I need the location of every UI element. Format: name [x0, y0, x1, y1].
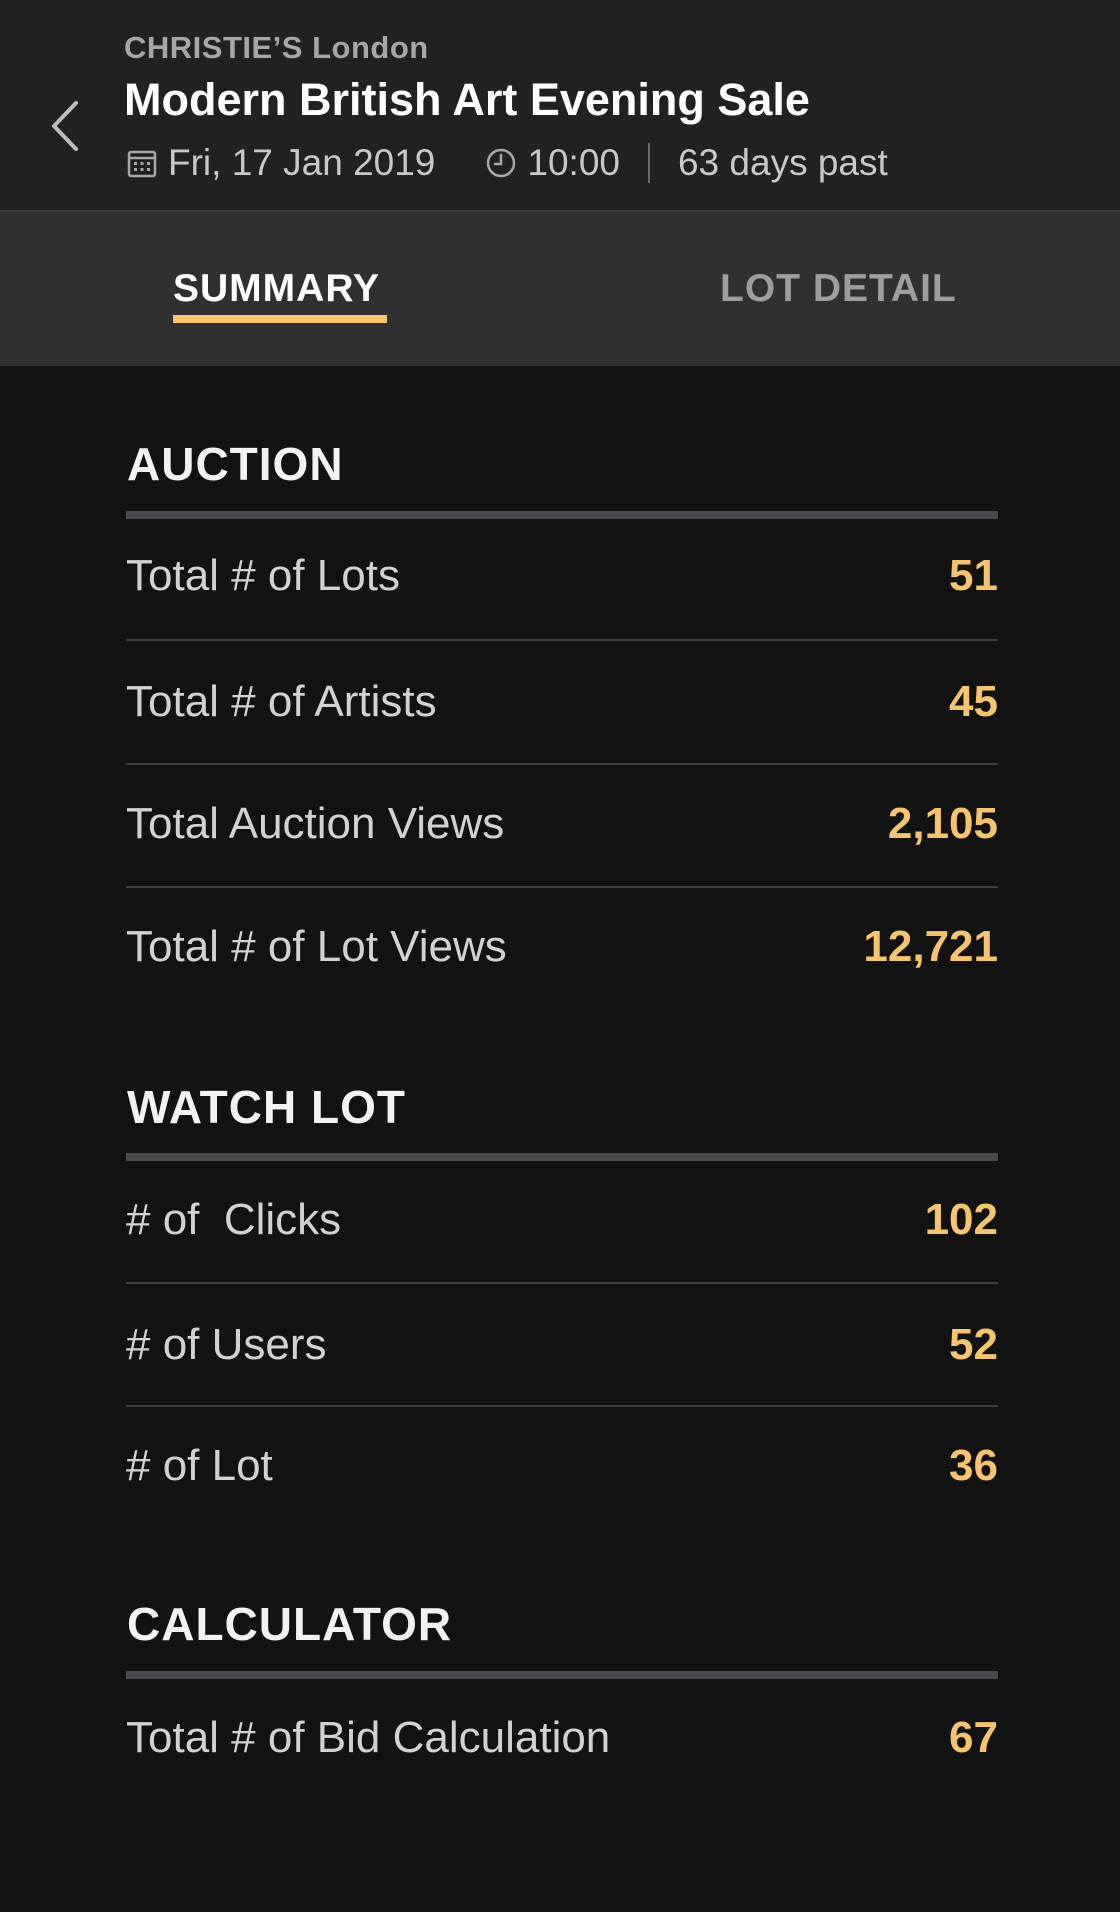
stat-value: 51: [949, 551, 998, 600]
sale-meta: Fri, 17 Jan 2019 10:00 63 days past: [126, 140, 888, 186]
stat-label: Total # of Lots: [126, 551, 400, 600]
stat-row-auction-views: Total Auction Views 2,105: [126, 774, 998, 874]
stat-label: Total Auction Views: [126, 799, 505, 848]
stat-row-total-lots: Total # of Lots 51: [126, 526, 998, 626]
section-title-calculator: CALCULATOR: [127, 1598, 453, 1650]
stat-label: Total # of Artists: [126, 677, 437, 726]
section-title-watch-lot: WATCH LOT: [127, 1081, 406, 1133]
stat-label: Total # of Lot Views: [126, 922, 507, 971]
row-divider: [126, 886, 998, 888]
stat-row-clicks: # of Clicks 102: [126, 1170, 998, 1270]
clock-icon: [485, 147, 517, 179]
row-divider: [126, 1282, 998, 1284]
row-divider: [126, 1405, 998, 1407]
sale-status: 63 days past: [677, 142, 888, 183]
tab-lot-detail[interactable]: LOT DETAIL: [720, 212, 957, 366]
stat-value: 102: [924, 1195, 998, 1244]
meta-divider: [647, 143, 650, 183]
stat-value: 12,721: [863, 922, 998, 971]
chevron-left-icon: [52, 101, 78, 151]
stat-value: 52: [949, 1320, 998, 1369]
stat-value: 45: [949, 677, 998, 726]
stat-value: 2,105: [887, 799, 998, 848]
row-divider: [126, 639, 998, 641]
stat-label: Total # of Bid Calculation: [126, 1713, 611, 1762]
section-rule: [126, 511, 998, 519]
sale-time: 10:00: [527, 142, 620, 183]
sale-date: Fri, 17 Jan 2019: [168, 142, 436, 183]
section-rule: [126, 1671, 998, 1679]
stat-value: 36: [949, 1441, 998, 1490]
stat-value: 67: [949, 1713, 998, 1762]
section-rule: [126, 1153, 998, 1161]
stat-label: # of Lot: [126, 1441, 273, 1490]
auction-house-label: CHRISTIE’S London: [124, 30, 429, 65]
stat-row-bid-calculation: Total # of Bid Calculation 67: [126, 1688, 998, 1788]
stat-row-users: # of Users 52: [126, 1295, 998, 1395]
tab-bar: SUMMARY LOT DETAIL: [0, 212, 1120, 366]
calendar-icon: [126, 147, 158, 179]
stat-row-lot: # of Lot 36: [126, 1416, 998, 1516]
stat-label: # of Users: [126, 1320, 327, 1369]
back-button[interactable]: [40, 96, 90, 156]
header: CHRISTIE’S London Modern British Art Eve…: [0, 0, 1120, 212]
tab-summary[interactable]: SUMMARY: [173, 212, 380, 366]
stat-label: # of Clicks: [126, 1195, 342, 1244]
stat-row-lot-views: Total # of Lot Views 12,721: [126, 897, 998, 997]
active-tab-indicator: [173, 315, 387, 323]
section-title-auction: AUCTION: [127, 438, 344, 490]
row-divider: [126, 763, 998, 765]
page-title: Modern British Art Evening Sale: [124, 74, 810, 125]
stat-row-total-artists: Total # of Artists 45: [126, 652, 998, 752]
